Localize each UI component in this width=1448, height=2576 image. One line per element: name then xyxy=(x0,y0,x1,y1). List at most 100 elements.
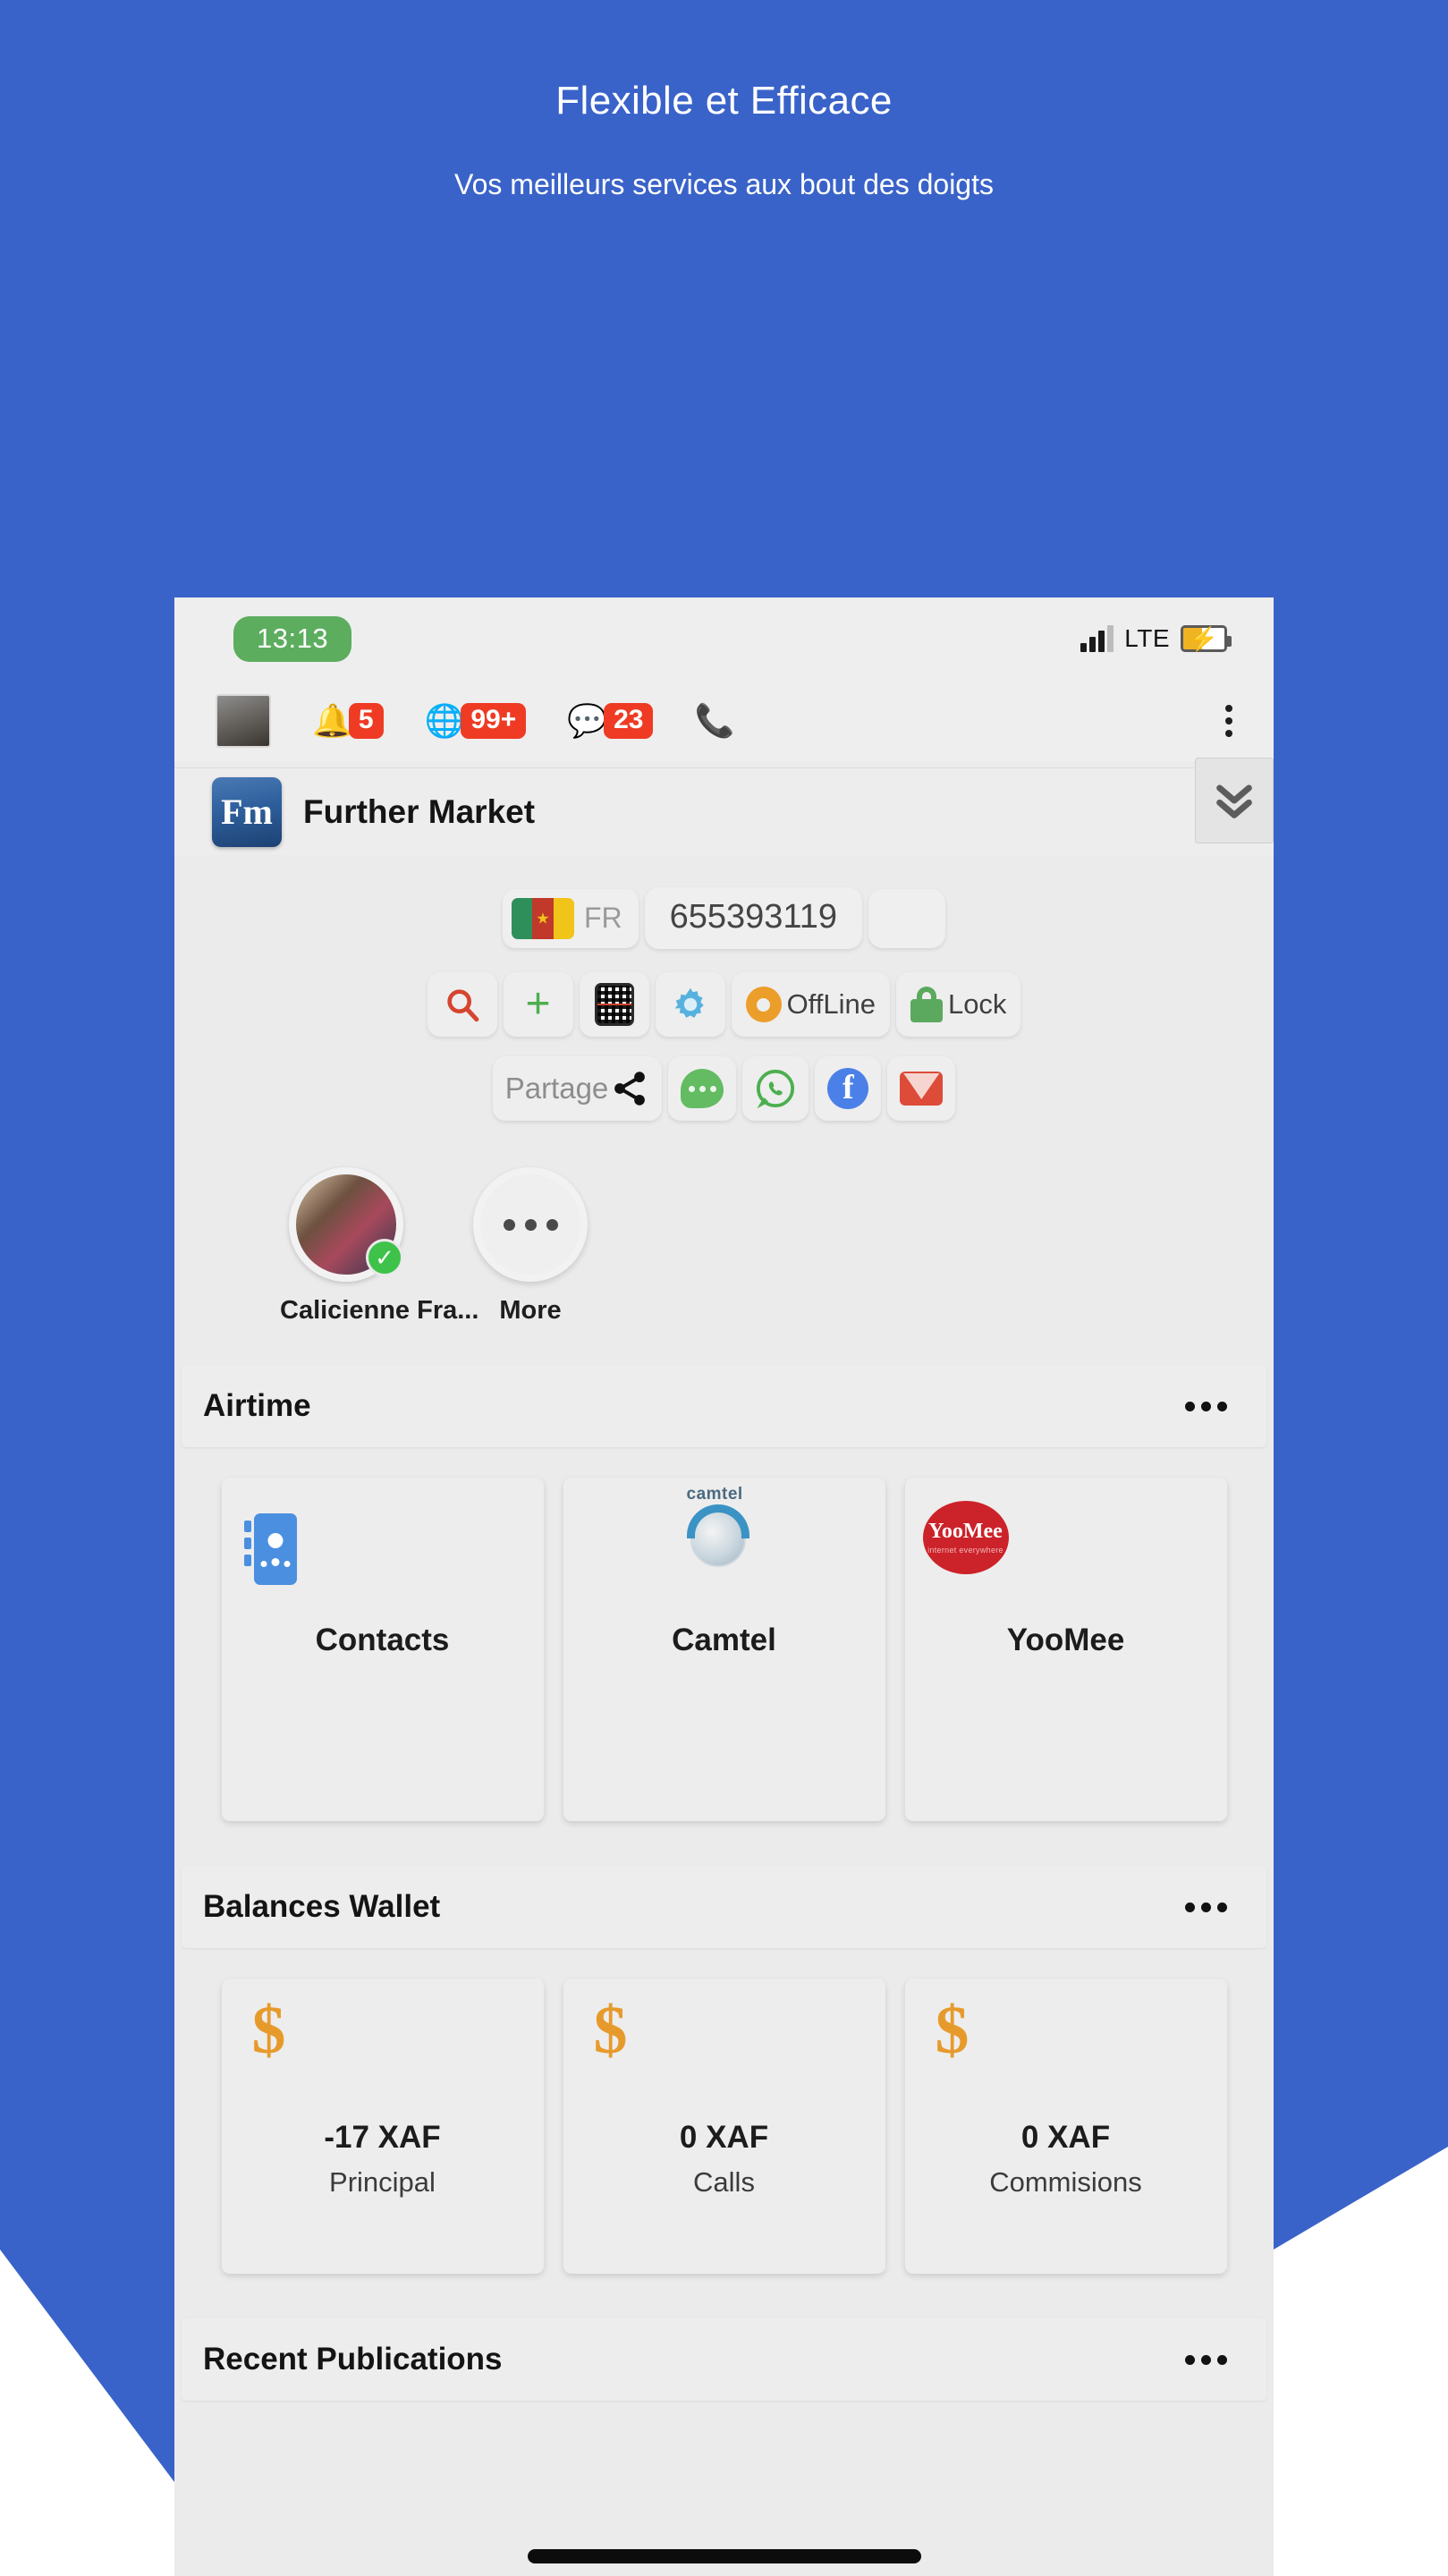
phone-extra-input[interactable] xyxy=(868,888,946,948)
share-button[interactable]: Partage xyxy=(492,1056,663,1121)
cameroon-flag-icon: ★ xyxy=(511,897,574,939)
email-icon xyxy=(900,1072,944,1106)
share-facebook[interactable]: f xyxy=(815,1056,882,1121)
contact-tile[interactable]: ✓ Calicienne Fra... xyxy=(280,1167,479,1326)
globe-icon: 🌐 xyxy=(424,702,465,739)
country-code-label: FR xyxy=(583,902,622,934)
balance-amount: -17 XAF xyxy=(324,2120,441,2155)
balance-card-calls[interactable]: $ 0 XAF Calls xyxy=(563,1979,885,2274)
notification-calls[interactable]: 📞 xyxy=(694,705,734,737)
more-label: More xyxy=(499,1296,562,1325)
notification-bell[interactable]: 🔔 5 xyxy=(312,703,384,739)
bolt-icon: ⚡ xyxy=(1189,625,1219,652)
yoomee-logo-icon: YooMee internet everywhere xyxy=(922,1501,1009,1574)
balances-card-grid: $ -17 XAF Principal $ 0 XAF Calls $ 0 XA… xyxy=(174,1948,1274,2306)
balance-label: Principal xyxy=(329,2166,436,2198)
section-header-airtime[interactable]: Airtime xyxy=(182,1365,1266,1447)
notification-globe[interactable]: 🌐 99+ xyxy=(425,703,527,739)
section-title: Airtime xyxy=(203,1388,311,1423)
messages-badge: 23 xyxy=(604,703,654,739)
notification-messages[interactable]: 💬 23 xyxy=(567,702,654,739)
airtime-card-contacts[interactable]: Contacts xyxy=(221,1478,544,1821)
expand-button[interactable] xyxy=(1195,758,1274,843)
gear-icon xyxy=(674,987,704,1018)
double-chevron-down-icon xyxy=(1216,784,1252,818)
more-dots-icon xyxy=(473,1167,588,1282)
offline-toggle[interactable]: OffLine xyxy=(731,972,890,1037)
status-clock: 13:13 xyxy=(233,615,352,662)
screenshot-root: Flexible et Efficace Vos meilleurs servi… xyxy=(0,0,1448,2576)
balance-card-principal[interactable]: $ -17 XAF Principal xyxy=(221,1979,544,2274)
balance-amount: 0 XAF xyxy=(1020,2120,1111,2155)
section-menu-icon[interactable] xyxy=(1185,1902,1227,1912)
page-subtitle: Vos meilleurs services aux bout des doig… xyxy=(454,168,994,200)
section-title: Recent Publications xyxy=(203,2342,503,2377)
section-menu-icon[interactable] xyxy=(1185,2354,1227,2365)
dollar-icon: $ xyxy=(593,1993,628,2068)
card-label: Contacts xyxy=(315,1623,450,1657)
balance-card-commissions[interactable]: $ 0 XAF Commisions xyxy=(904,1979,1227,2274)
lock-label: Lock xyxy=(947,988,1007,1020)
battery-charging-icon: ⚡ xyxy=(1181,625,1232,652)
airtime-card-camtel[interactable]: camtel Camtel xyxy=(563,1478,885,1821)
qr-scan-button[interactable] xyxy=(579,972,649,1037)
balance-label: Calls xyxy=(693,2166,755,2198)
search-button[interactable] xyxy=(427,972,497,1037)
contact-avatar: ✓ xyxy=(289,1167,403,1282)
signal-bars-icon xyxy=(1080,625,1114,652)
lock-icon xyxy=(910,987,943,1022)
section-menu-icon[interactable] xyxy=(1185,1401,1227,1411)
sms-bubble-icon xyxy=(681,1069,724,1108)
bell-badge: 5 xyxy=(348,703,384,739)
card-label: YooMee xyxy=(1006,1623,1125,1657)
contact-name: Calicienne Fra... xyxy=(280,1296,479,1325)
facebook-icon: f xyxy=(827,1068,869,1109)
balance-label: Commisions xyxy=(989,2166,1142,2198)
add-button[interactable]: + xyxy=(503,972,573,1037)
search-icon xyxy=(446,989,478,1022)
action-button-row: + OffLine Lock xyxy=(174,972,1274,1037)
share-icon xyxy=(614,1072,646,1106)
share-email[interactable] xyxy=(887,1056,956,1121)
airtime-card-yoomee[interactable]: YooMee internet everywhere YooMee xyxy=(904,1478,1227,1821)
chat-bubble-icon: 💬 xyxy=(567,702,608,739)
qr-code-icon xyxy=(594,983,634,1026)
dollar-icon: $ xyxy=(935,1993,970,2068)
network-type-label: LTE xyxy=(1124,624,1170,652)
status-indicators: LTE ⚡ xyxy=(1080,624,1232,653)
share-label: Partage xyxy=(504,1072,609,1105)
app-title: Further Market xyxy=(303,792,536,830)
section-header-recent-publications[interactable]: Recent Publications xyxy=(182,2318,1266,2401)
avatar[interactable] xyxy=(216,694,271,748)
status-bar: 13:13 LTE ⚡ xyxy=(174,597,1274,680)
app-logo: Fm xyxy=(212,776,282,847)
dollar-icon: $ xyxy=(251,1993,286,2068)
section-title: Balances Wallet xyxy=(203,1889,441,1924)
offline-label: OffLine xyxy=(786,988,876,1020)
phone-mockup: 13:13 LTE ⚡ 🔔 5 🌐 99+ 💬 23 📞 Fm Further … xyxy=(174,597,1274,2576)
bell-icon: 🔔 xyxy=(312,702,352,739)
globe-badge: 99+ xyxy=(461,703,527,739)
home-indicator xyxy=(527,2549,921,2563)
verified-check-icon: ✓ xyxy=(366,1239,403,1276)
overflow-menu-icon[interactable] xyxy=(1225,705,1232,737)
share-row: Partage f xyxy=(174,1056,1274,1121)
favorite-contacts-row: ✓ Calicienne Fra... More xyxy=(174,1121,1274,1352)
page-title: Flexible et Efficace xyxy=(555,79,893,123)
status-dot-icon xyxy=(745,987,782,1022)
share-whatsapp[interactable] xyxy=(742,1056,809,1121)
settings-button[interactable] xyxy=(655,972,725,1037)
more-contacts-tile[interactable]: More xyxy=(464,1167,597,1326)
card-label: Camtel xyxy=(672,1623,776,1657)
lock-button[interactable]: Lock xyxy=(895,972,1021,1037)
phone-number-input[interactable]: 655393119 xyxy=(644,887,863,949)
country-selector[interactable]: ★ FR xyxy=(502,888,639,948)
phone-number-row: ★ FR 655393119 xyxy=(174,887,1274,949)
balance-amount: 0 XAF xyxy=(679,2120,769,2155)
share-sms[interactable] xyxy=(668,1056,737,1121)
whatsapp-icon xyxy=(757,1069,795,1109)
section-header-balances[interactable]: Balances Wallet xyxy=(182,1866,1266,1948)
airtime-card-grid: Contacts camtel Camtel YooMee internet ev… xyxy=(174,1447,1274,1853)
phone-icon: 📞 xyxy=(694,702,735,739)
plus-icon: + xyxy=(525,980,551,1029)
